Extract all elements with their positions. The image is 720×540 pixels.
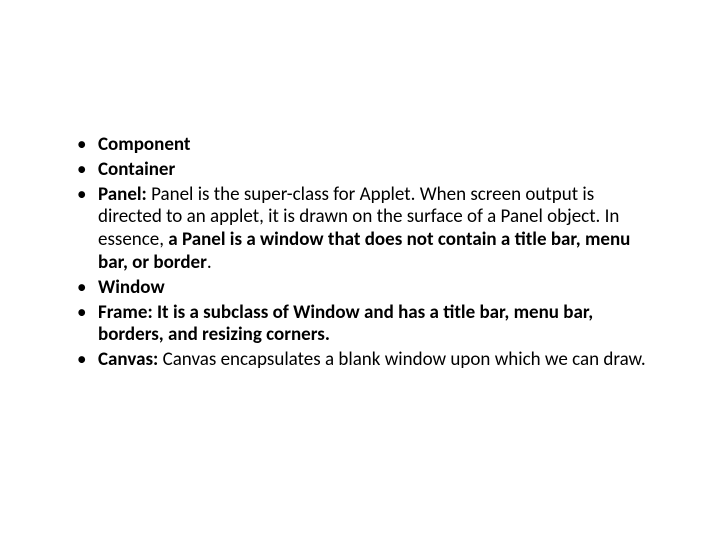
item-bold-part2: a Panel is a window that does not contai… [98, 228, 630, 274]
bullet-list: Component Container Panel: Panel is the … [72, 134, 652, 372]
list-item: Container [72, 159, 652, 182]
list-item: Window [72, 277, 652, 300]
list-item: Frame: It is a subclass of Window and ha… [72, 302, 652, 348]
list-item: Panel: Panel is the super-class for Appl… [72, 184, 652, 275]
item-label: Component [98, 133, 191, 156]
item-rest: Canvas encapsulates a blank window upon … [158, 348, 645, 371]
item-label: Panel: [98, 183, 147, 206]
slide-body: Component Container Panel: Panel is the … [72, 134, 652, 374]
list-item: Component [72, 134, 652, 157]
item-label: Canvas: [98, 348, 158, 371]
item-label: Window [98, 276, 165, 299]
item-rest-part3: . [207, 251, 212, 274]
item-label: Container [98, 158, 175, 181]
item-label: Frame: It is a subclass of Window and ha… [98, 301, 593, 347]
list-item: Canvas: Canvas encapsulates a blank wind… [72, 349, 652, 372]
